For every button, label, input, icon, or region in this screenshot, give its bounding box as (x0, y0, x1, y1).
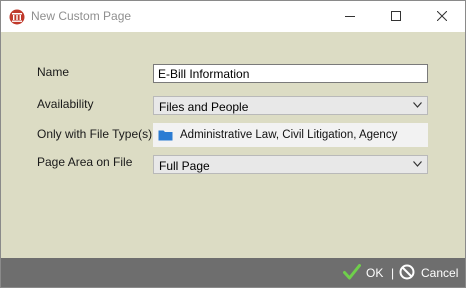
ok-button[interactable]: OK (366, 266, 383, 280)
cancel-button[interactable]: Cancel (421, 266, 458, 280)
checkmark-icon[interactable] (343, 264, 361, 280)
chevron-down-icon (413, 161, 422, 167)
minimize-button[interactable] (327, 1, 373, 32)
minimize-icon (345, 16, 355, 17)
availability-value: Files and People (159, 100, 249, 114)
prohibited-icon[interactable] (399, 264, 415, 280)
chevron-down-icon (413, 102, 422, 108)
dialog-window: New Custom Page Name Availability Files … (0, 0, 466, 288)
maximize-button[interactable] (373, 1, 419, 32)
close-icon (437, 11, 447, 21)
availability-label: Availability (37, 97, 94, 111)
file-types-label: Only with File Type(s) (37, 127, 153, 141)
title-bar: New Custom Page (1, 1, 465, 32)
page-area-value: Full Page (159, 159, 210, 173)
folder-icon (158, 130, 173, 141)
footer-separator: | (391, 266, 395, 280)
page-area-label: Page Area on File (37, 155, 133, 169)
file-types-picker[interactable]: Administrative Law, Civil Litigation, Ag… (153, 123, 428, 147)
name-input[interactable] (153, 64, 428, 83)
page-area-select[interactable]: Full Page (153, 155, 428, 174)
close-button[interactable] (419, 1, 465, 32)
name-label: Name (37, 65, 70, 79)
maximize-icon (391, 11, 401, 21)
dialog-footer: OK | Cancel (1, 258, 465, 287)
courthouse-icon (9, 9, 25, 25)
window-title: New Custom Page (31, 9, 132, 23)
availability-select[interactable]: Files and People (153, 96, 428, 115)
form-area: Name Availability Files and People Only … (1, 32, 465, 258)
file-types-value: Administrative Law, Civil Litigation, Ag… (180, 129, 398, 141)
